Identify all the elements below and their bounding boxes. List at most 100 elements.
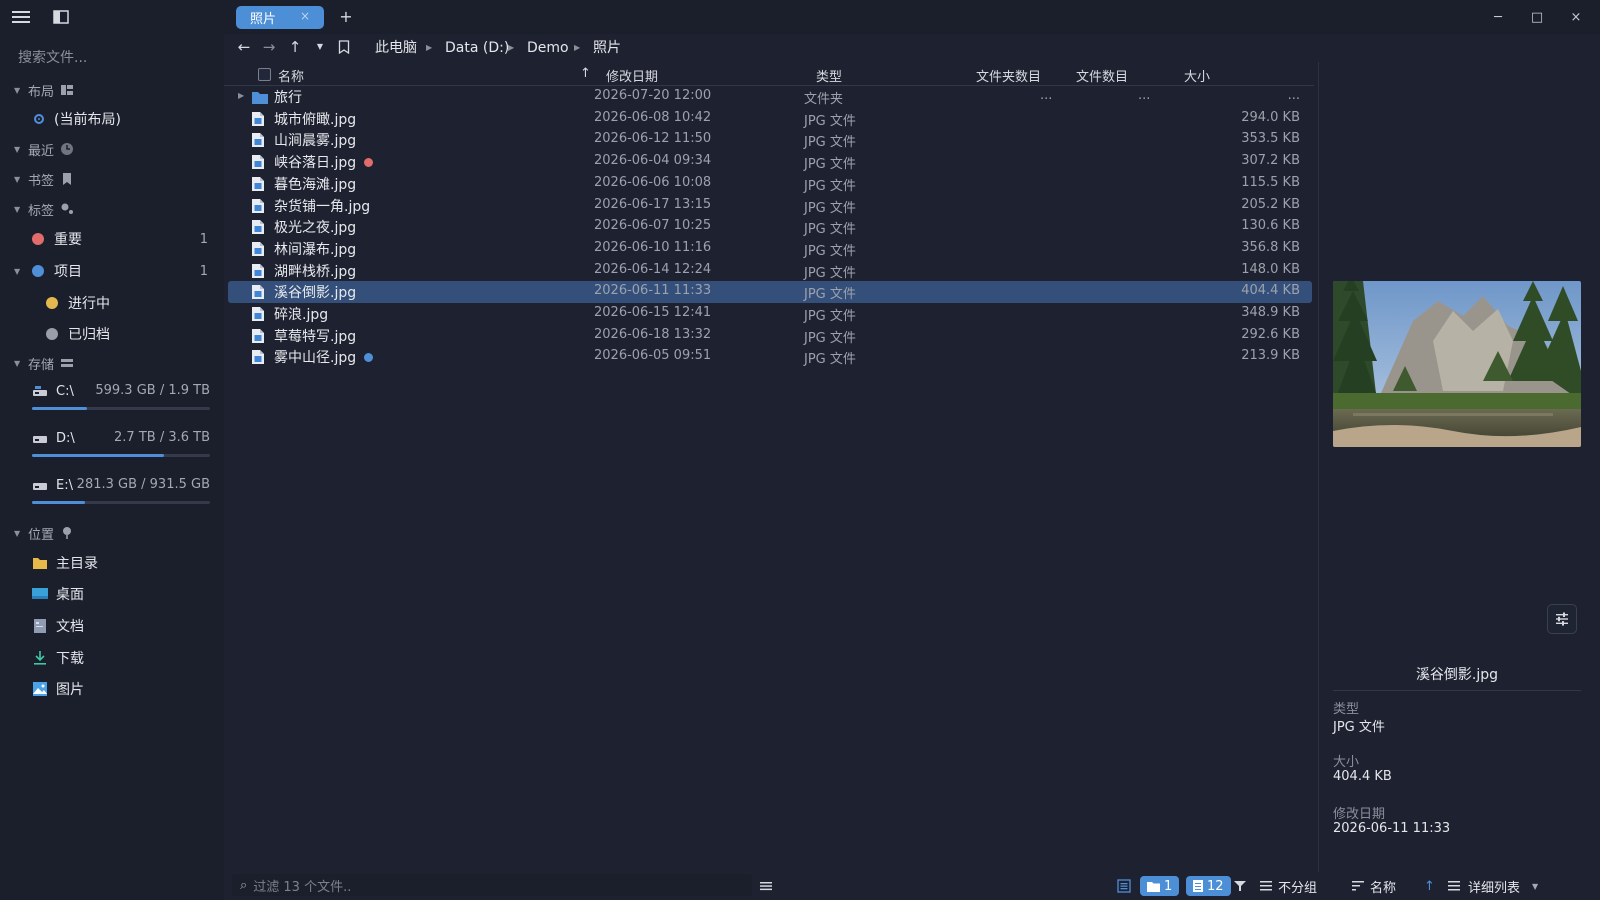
tag-project[interactable]: ▼ 项目 1 <box>14 259 208 283</box>
sort-ascending-icon[interactable]: ↑ <box>580 66 591 81</box>
caret-down-icon: ▼ <box>14 266 21 276</box>
file-row[interactable]: 极光之夜.jpg 2026-06-07 10:25 JPG 文件 130.6 KB <box>228 216 1312 238</box>
location-downloads[interactable]: 下载 <box>32 646 202 670</box>
up-arrow-icon[interactable]: ↑ <box>285 37 305 57</box>
tag-archived[interactable]: 已归档 <box>46 322 206 346</box>
drive-usage-fill <box>32 501 86 504</box>
column-name[interactable]: 名称 <box>278 66 304 85</box>
back-arrow-icon[interactable]: ← <box>234 37 254 57</box>
breadcrumb-photos[interactable]: 照片 <box>593 38 621 58</box>
breadcrumb-demo[interactable]: Demo <box>527 38 569 58</box>
file-row[interactable]: 山涧晨雾.jpg 2026-06-12 11:50 JPG 文件 353.5 KB <box>228 129 1312 151</box>
file-row[interactable]: 溪谷倒影.jpg 2026-06-11 11:33 JPG 文件 404.4 KB <box>228 281 1312 304</box>
file-row[interactable]: 湖畔栈桥.jpg 2026-06-14 12:24 JPG 文件 148.0 KB <box>228 260 1312 282</box>
column-folder-count[interactable]: 文件夹数目 <box>976 66 1041 85</box>
view-mode-button[interactable]: 详细列表 ▼ <box>1448 875 1538 897</box>
file-name: 林间瀑布.jpg <box>274 241 357 258</box>
file-size: 115.5 KB <box>1241 174 1300 190</box>
column-file-count[interactable]: 文件数目 <box>1076 66 1128 85</box>
sort-direction-icon[interactable]: ↑ <box>1424 875 1435 897</box>
location-pictures[interactable]: 图片 <box>32 677 202 701</box>
new-tab-button[interactable]: + <box>337 7 355 27</box>
location-label: 桌面 <box>56 587 84 603</box>
section-storage[interactable]: ▼ 存储 <box>14 352 74 374</box>
drive-name: C:\ <box>56 383 74 399</box>
filter-options-icon[interactable] <box>760 875 772 897</box>
file-date: 2026-06-14 12:24 <box>594 261 712 277</box>
location-home[interactable]: 主目录 <box>32 551 202 575</box>
file-row[interactable]: 杂货铺一角.jpg 2026-06-17 13:15 JPG 文件 205.2 KB <box>228 195 1312 217</box>
breadcrumb-this-pc[interactable]: 此电脑 <box>375 38 417 58</box>
file-row[interactable]: 碎浪.jpg 2026-06-15 12:41 JPG 文件 348.9 KB <box>228 303 1312 325</box>
breadcrumb-drive[interactable]: Data (D:) <box>445 38 509 58</box>
close-window-button[interactable]: × <box>1563 6 1589 28</box>
file-row[interactable]: 雾中山径.jpg 2026-06-05 09:51 JPG 文件 213.9 KB <box>228 346 1312 368</box>
folder-icon <box>252 92 268 104</box>
select-all-checkbox[interactable] <box>258 68 271 81</box>
section-tags[interactable]: ▼ 标签 <box>14 198 74 220</box>
section-recent[interactable]: ▼ 最近 <box>14 138 74 160</box>
document-icon <box>34 619 46 633</box>
file-row[interactable]: 峡谷落日.jpg 2026-06-04 09:34 JPG 文件 307.2 KB <box>228 151 1312 173</box>
expand-chevron-icon[interactable]: ▶ <box>238 91 244 100</box>
pin-icon <box>63 527 72 539</box>
tag-label: 项目 <box>54 264 82 280</box>
drive-usage-fill <box>32 454 164 457</box>
section-bookmarks[interactable]: ▼ 书签 <box>14 168 74 190</box>
column-type[interactable]: 类型 <box>816 66 842 85</box>
forward-arrow-icon[interactable]: → <box>259 37 279 57</box>
folders-count-toggle[interactable]: 1 <box>1140 875 1180 897</box>
sliders-icon <box>1556 612 1568 626</box>
tag-in-progress[interactable]: 进行中 <box>46 291 206 315</box>
drive-d[interactable]: D:\ 2.7 TB / 3.6 TB <box>32 428 210 472</box>
file-row[interactable]: 城市俯瞰.jpg 2026-06-08 10:42 JPG 文件 294.0 KB <box>228 108 1312 130</box>
chevron-down-icon: ▼ <box>1532 881 1539 891</box>
bookmark-add-icon[interactable] <box>334 37 354 57</box>
tab-close-icon[interactable]: × <box>300 9 310 23</box>
tag-dot-icon <box>364 157 374 167</box>
history-dropdown-icon[interactable]: ▼ <box>310 37 330 57</box>
section-layout[interactable]: ▼ 布局 <box>14 79 74 101</box>
tag-important[interactable]: 重要 1 <box>32 227 208 251</box>
minimize-button[interactable]: ─ <box>1485 6 1511 28</box>
drive-usage-bar <box>32 454 210 457</box>
drive-e[interactable]: E:\ 281.3 GB / 931.5 GB <box>32 475 210 519</box>
files-count-toggle[interactable]: 12 <box>1186 875 1231 897</box>
address-bar: ← → ↑ ▼ 此电脑 ▶ Data (D:) ▶ Demo ▶ 照片 <box>224 34 1600 60</box>
section-locations[interactable]: ▼ 位置 <box>14 522 74 544</box>
prop-value: 2026-06-11 11:33 <box>1333 821 1451 836</box>
sort-by-button[interactable]: 名称 <box>1352 875 1396 897</box>
file-row[interactable]: 草莓特写.jpg 2026-06-18 13:32 JPG 文件 292.6 KB <box>228 325 1312 347</box>
group-by-button[interactable]: 不分组 <box>1260 875 1317 897</box>
section-title: 书签 <box>28 173 55 189</box>
column-date[interactable]: 修改日期 <box>606 66 658 85</box>
filter-funnel-icon[interactable] <box>1234 875 1246 897</box>
preview-settings-button[interactable] <box>1547 604 1577 634</box>
location-desktop[interactable]: 桌面 <box>32 582 202 606</box>
drive-size: 2.7 TB / 3.6 TB <box>114 430 210 445</box>
tab-photos[interactable]: 照片 × <box>236 6 324 29</box>
image-file-icon <box>252 328 264 343</box>
file-name: 溪谷倒影.jpg <box>274 285 357 302</box>
tag-color-dot <box>32 265 44 277</box>
menu-icon[interactable] <box>10 6 32 28</box>
drive-c[interactable]: C:\ 599.3 GB / 1.9 TB <box>32 381 210 425</box>
location-label: 文档 <box>56 619 84 635</box>
sidebar-search-input[interactable]: 搜索文件... <box>18 47 208 69</box>
tag-icon <box>61 203 74 214</box>
filter-input[interactable]: ⌕ 过滤 13 个文件.. <box>232 874 752 896</box>
toggle-sidebar-icon[interactable] <box>50 6 72 28</box>
bookmark-icon <box>63 173 72 185</box>
section-title: 存储 <box>28 357 55 373</box>
layout-current[interactable]: (当前布局) <box>34 107 204 131</box>
file-size: 356.8 KB <box>1241 239 1300 255</box>
image-file-icon <box>252 285 264 300</box>
select-all-icon[interactable] <box>1117 875 1131 897</box>
file-row[interactable]: 林间瀑布.jpg 2026-06-10 11:16 JPG 文件 356.8 KB <box>228 238 1312 260</box>
folder-row[interactable]: ▶ 旅行 2026-07-20 12:00 文件夹......... <box>228 86 1312 108</box>
column-size[interactable]: 大小 <box>1184 66 1210 85</box>
file-row[interactable]: 暮色海滩.jpg 2026-06-06 10:08 JPG 文件 115.5 KB <box>228 173 1312 195</box>
location-documents[interactable]: 文档 <box>32 614 202 638</box>
file-name: 雾中山径.jpg <box>274 347 374 367</box>
maximize-button[interactable]: □ <box>1524 6 1550 28</box>
